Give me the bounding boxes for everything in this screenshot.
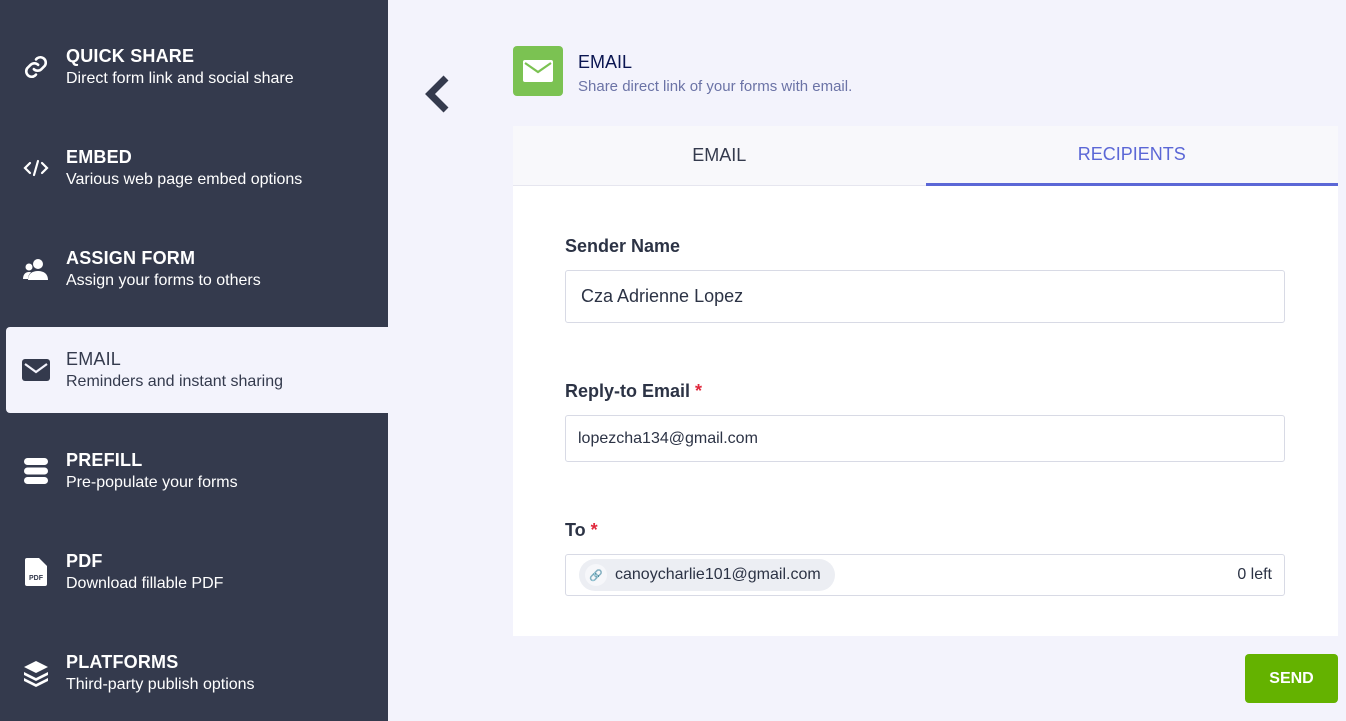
sidebar-item-subtitle: Pre-populate your forms — [66, 474, 238, 491]
users-icon — [6, 257, 66, 281]
layers-icon — [6, 659, 66, 687]
stack-icon — [6, 457, 66, 485]
remaining-count: 0 left — [1237, 566, 1272, 583]
sender-name-label: Sender Name — [565, 236, 681, 256]
sidebar-item-title: QUICK SHARE — [66, 46, 195, 66]
sidebar-item-title: PDF — [66, 551, 103, 571]
sidebar-item-title: ASSIGN FORM — [66, 248, 196, 268]
link-icon: 🔗 — [585, 564, 607, 586]
sidebar-item-quick-share[interactable]: QUICK SHARE Direct form link and social s… — [6, 24, 388, 110]
reply-to-label: Reply-to Email * — [565, 381, 702, 402]
chevron-left-icon — [425, 75, 449, 113]
link-icon — [6, 54, 66, 80]
sidebar-item-subtitle: Third-party publish options — [66, 676, 255, 693]
sidebar: QUICK SHARE Direct form link and social s… — [0, 0, 388, 721]
sidebar-item-pdf[interactable]: PDF PDF Download fillable PDF — [6, 529, 388, 615]
tab-recipients[interactable]: RECIPIENTS — [925, 126, 1338, 186]
sidebar-item-subtitle: Assign your forms to others — [66, 272, 261, 289]
sidebar-item-subtitle: Direct form link and social share — [66, 70, 294, 87]
send-button[interactable]: SEND — [1245, 654, 1338, 703]
sidebar-item-subtitle: Download fillable PDF — [66, 575, 224, 592]
reply-to-email-input[interactable]: lopezcha134@gmail.com — [565, 415, 1285, 462]
reply-to-label-text: Reply-to Email — [565, 381, 691, 401]
page-subtitle: Share direct link of your forms with ema… — [578, 78, 853, 95]
email-panel: EMAIL RECIPIENTS Sender Name Cza Adrienn… — [513, 126, 1338, 636]
required-marker: * — [695, 381, 703, 401]
page-title: EMAIL — [578, 52, 633, 72]
email-header-icon — [513, 46, 563, 96]
required-marker: * — [590, 520, 598, 540]
to-label: To * — [565, 520, 598, 541]
sender-name-input[interactable]: Cza Adrienne Lopez — [565, 270, 1285, 323]
recipient-email: canoycharlie101@gmail.com — [615, 566, 821, 583]
sidebar-item-assign-form[interactable]: ASSIGN FORM Assign your forms to others — [6, 226, 388, 312]
back-button[interactable] — [420, 72, 460, 116]
envelope-icon — [6, 358, 66, 382]
sidebar-item-title: PREFILL — [66, 450, 143, 470]
sidebar-item-prefill[interactable]: PREFILL Pre-populate your forms — [6, 428, 388, 514]
pdf-icon: PDF — [6, 557, 66, 587]
to-label-text: To — [565, 520, 586, 540]
sidebar-item-title: EMAIL — [66, 349, 122, 369]
sidebar-item-email[interactable]: EMAIL Reminders and instant sharing — [6, 327, 388, 413]
to-recipients-input[interactable]: 🔗 canoycharlie101@gmail.com 0 left — [565, 554, 1285, 596]
sidebar-item-subtitle: Various web page embed options — [66, 171, 303, 188]
sidebar-item-platforms[interactable]: PLATFORMS Third-party publish options — [6, 630, 388, 716]
sidebar-item-title: EMBED — [66, 147, 133, 167]
sidebar-item-embed[interactable]: EMBED Various web page embed options — [6, 125, 388, 211]
sidebar-item-title: PLATFORMS — [66, 652, 179, 672]
sidebar-item-subtitle: Reminders and instant sharing — [66, 373, 284, 390]
recipient-chip[interactable]: 🔗 canoycharlie101@gmail.com — [579, 559, 835, 591]
code-icon — [6, 158, 66, 178]
tab-email[interactable]: EMAIL — [513, 126, 926, 186]
svg-text:PDF: PDF — [29, 575, 44, 582]
